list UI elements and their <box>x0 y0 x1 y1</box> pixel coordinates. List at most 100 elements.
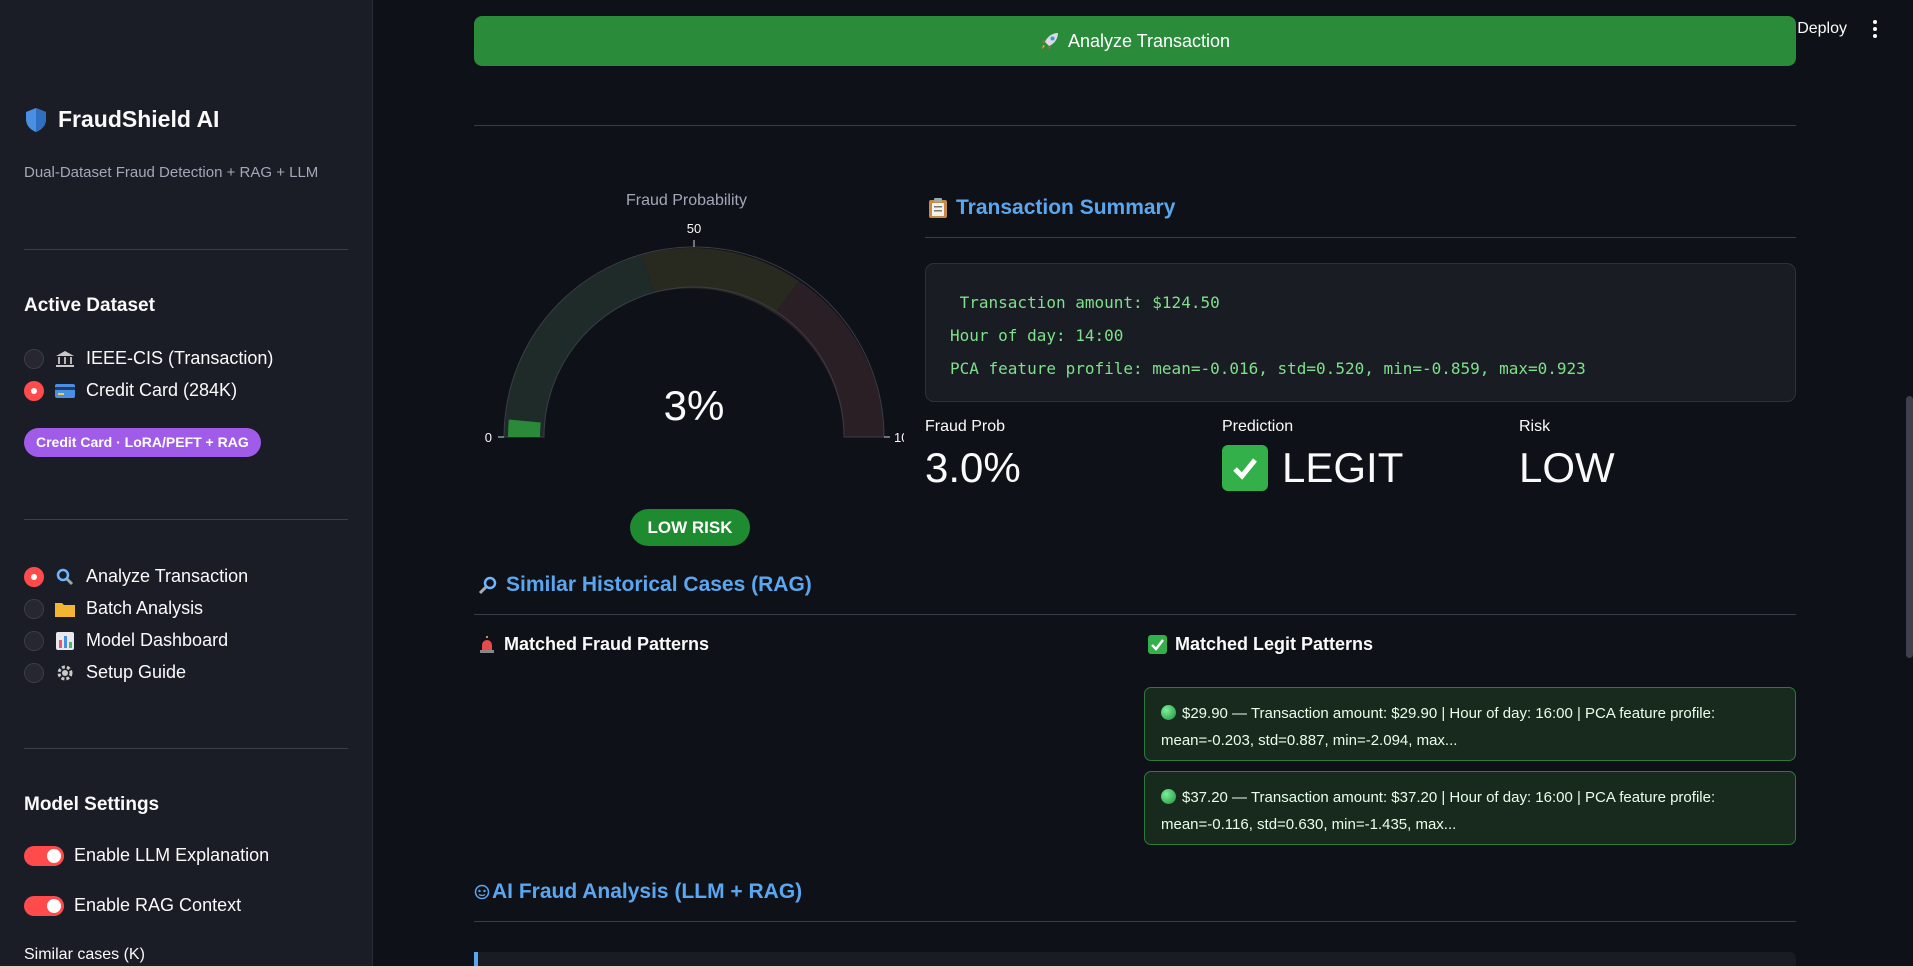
nav-analyze-transaction[interactable]: Analyze Transaction <box>24 566 248 587</box>
radio-button-selected[interactable] <box>24 566 44 587</box>
toggle-switch[interactable] <box>24 845 64 866</box>
transaction-summary-code: Transaction amount: $124.50 Hour of day: … <box>925 263 1796 402</box>
shield-icon <box>26 107 46 132</box>
gauge-value-bar <box>508 419 541 437</box>
dataset-heading: Active Dataset <box>24 295 155 316</box>
divider <box>925 237 1796 238</box>
rag-section-title: Similar Historical Cases (RAG) <box>478 573 812 597</box>
gauge-band-mid <box>641 248 799 314</box>
green-circle-icon <box>1161 705 1176 720</box>
fraud-patterns-title: Matched Fraud Patterns <box>478 634 709 655</box>
metric-fraud-prob: Fraud Prob 3.0% <box>925 418 1021 492</box>
dataset-option-ieee[interactable]: IEEE-CIS (Transaction) <box>24 348 273 369</box>
rocket-icon <box>1041 33 1058 49</box>
nav-batch-analysis[interactable]: Batch Analysis <box>24 598 203 619</box>
check-mark-icon <box>1222 445 1268 491</box>
credit-card-icon <box>54 381 76 401</box>
legit-case-card: $37.20 — Transaction amount: $37.20 | Ho… <box>1144 771 1796 845</box>
risk-badge: LOW RISK <box>630 509 750 546</box>
brand: FraudShield AI <box>24 106 219 133</box>
divider <box>24 748 348 749</box>
llm-section-label: AI Fraud Analysis (LLM + RAG) <box>492 880 803 903</box>
llm-section-title: AI Fraud Analysis (LLM + RAG) <box>474 880 802 904</box>
clipboard-icon <box>929 198 947 218</box>
analyze-transaction-button[interactable]: Analyze Transaction <box>474 16 1796 66</box>
metric-prediction: Prediction LEGIT <box>1222 418 1403 492</box>
metric-label: Fraud Prob <box>925 418 1006 435</box>
gauge-value: 3% <box>664 382 725 429</box>
fraud-patterns-label: Matched Fraud Patterns <box>504 634 710 654</box>
divider <box>474 921 1796 922</box>
toggle-switch[interactable] <box>24 895 64 916</box>
sidebar: FraudShield AI Dual-Dataset Fraud Detect… <box>0 0 373 966</box>
summary-line: PCA feature profile: mean=-0.016, std=0.… <box>950 359 1586 378</box>
window-bottom-edge <box>0 966 1913 970</box>
deploy-button[interactable]: Deploy <box>1797 20 1847 38</box>
siren-icon <box>480 635 494 653</box>
radio-button[interactable] <box>24 630 44 651</box>
magnifier-icon <box>54 567 76 587</box>
nav-model-dashboard[interactable]: Model Dashboard <box>24 630 228 651</box>
transaction-summary-label: Transaction Summary <box>956 196 1176 219</box>
rag-section-label: Similar Historical Cases (RAG) <box>506 573 812 596</box>
scrollbar-thumb[interactable] <box>1906 396 1913 658</box>
brand-subtitle: Dual-Dataset Fraud Detection + RAG + LLM <box>24 164 319 181</box>
nav-label: Model Dashboard <box>86 630 229 650</box>
legit-case-line: mean=-0.116, std=0.630, min=-1.435, max.… <box>1161 816 1457 833</box>
green-circle-icon <box>1161 789 1176 804</box>
legit-case-text: $37.20 — Transaction amount: $37.20 | Ho… <box>1182 789 1716 806</box>
gauge-title: Fraud Probability <box>626 192 747 209</box>
toggle-llm-explanation[interactable]: Enable LLM Explanation <box>24 845 269 866</box>
analyze-button-label: Analyze Transaction <box>1067 30 1231 51</box>
dataset-option-label: Credit Card (284K) <box>86 380 238 400</box>
gear-icon <box>54 663 76 683</box>
magnifier-icon <box>478 576 497 595</box>
summary-line: Transaction amount: $124.50 <box>950 293 1220 312</box>
metric-risk: Risk LOW <box>1519 418 1615 492</box>
metric-label: Risk <box>1519 418 1551 435</box>
similar-cases-label: Similar cases (K) <box>24 946 145 963</box>
divider <box>24 249 348 250</box>
check-box-icon <box>1148 635 1167 654</box>
metric-value-row: LEGIT <box>1222 444 1403 492</box>
dataset-option-credit-card[interactable]: Credit Card (284K) <box>24 380 237 401</box>
metric-value: 3.0% <box>925 444 1021 491</box>
legit-patterns-label: Matched Legit Patterns <box>1175 634 1374 654</box>
fraud-probability-gauge: 50 0 10 3% <box>485 221 904 445</box>
main-content: Deploy Analyze Transaction Fraud Probabi… <box>374 0 1913 966</box>
radio-button[interactable] <box>24 662 44 683</box>
nav-label: Setup Guide <box>86 662 187 682</box>
radio-button[interactable] <box>24 598 44 619</box>
summary-line: Hour of day: 14:00 <box>950 326 1124 345</box>
settings-heading: Model Settings <box>24 794 160 815</box>
radio-button-selected[interactable] <box>24 380 44 401</box>
legit-patterns-title: Matched Legit Patterns <box>1148 634 1373 655</box>
legit-case-line: $37.20 — Transaction amount: $37.20 | Ho… <box>1161 784 1779 811</box>
nav-setup-guide[interactable]: Setup Guide <box>24 662 186 683</box>
metric-value: LOW <box>1519 444 1615 491</box>
radio-button[interactable] <box>24 348 44 369</box>
legit-case-text: $29.90 — Transaction amount: $29.90 | Ho… <box>1182 705 1716 722</box>
metric-label: Prediction <box>1222 418 1294 435</box>
llm-output-box <box>474 952 1796 966</box>
robot-icon <box>474 884 490 900</box>
legit-case-line: mean=-0.203, std=0.887, min=-2.094, max.… <box>1161 732 1458 749</box>
more-menu-icon[interactable] <box>1873 20 1877 38</box>
nav-label: Analyze Transaction <box>86 566 249 586</box>
gauge-tick-label: 50 <box>687 221 701 236</box>
metric-value: LEGIT <box>1282 444 1404 491</box>
legit-case-card: $29.90 — Transaction amount: $29.90 | Ho… <box>1144 687 1796 761</box>
dataset-option-label: IEEE-CIS (Transaction) <box>86 348 274 368</box>
legit-case-line: $29.90 — Transaction amount: $29.90 | Ho… <box>1161 700 1779 727</box>
divider <box>474 125 1796 126</box>
gauge-tick-label: 10 <box>894 430 904 445</box>
gauge-band-low <box>504 255 654 437</box>
transaction-summary-title: Transaction Summary <box>928 196 1175 220</box>
bar-chart-icon <box>54 631 76 651</box>
divider <box>474 614 1796 615</box>
divider <box>24 519 348 520</box>
toggle-label: Enable LLM Explanation <box>74 845 270 865</box>
toggle-rag-context[interactable]: Enable RAG Context <box>24 895 241 916</box>
nav-label: Batch Analysis <box>86 598 204 618</box>
gauge-tick-label: 0 <box>485 430 492 445</box>
